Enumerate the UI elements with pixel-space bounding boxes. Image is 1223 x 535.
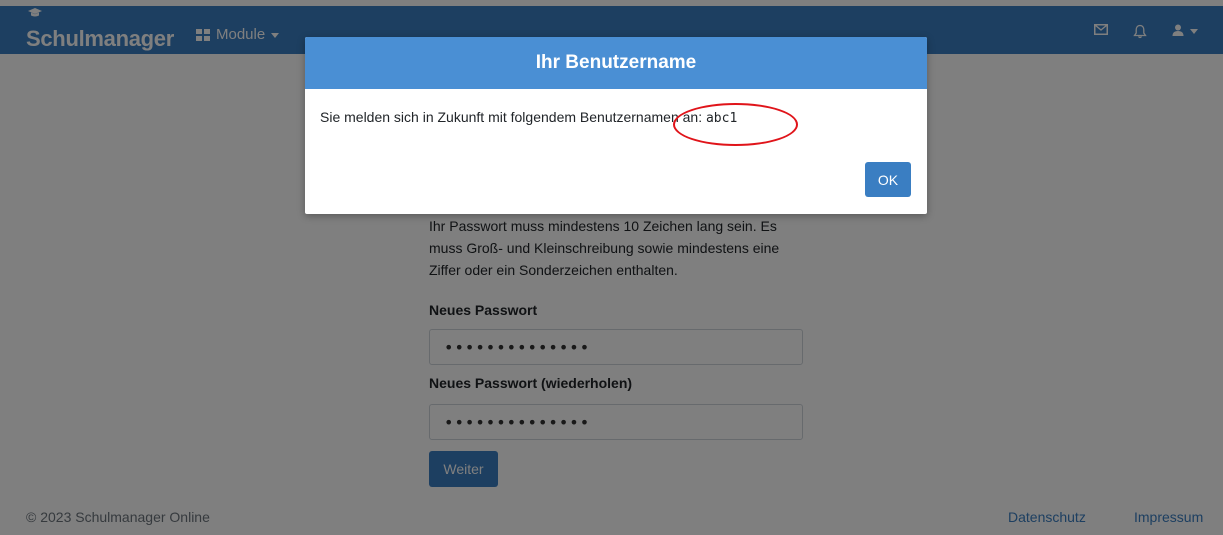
dialog-title: Ihr Benutzername bbox=[305, 37, 927, 89]
dialog-message-text: Sie melden sich in Zukunft mit folgendem… bbox=[320, 109, 706, 125]
dialog-message: Sie melden sich in Zukunft mit folgendem… bbox=[320, 109, 737, 126]
username-value: abc1 bbox=[705, 111, 738, 126]
username-dialog: Ihr Benutzername Sie melden sich in Zuku… bbox=[305, 37, 927, 214]
ok-button[interactable]: OK bbox=[865, 162, 911, 197]
